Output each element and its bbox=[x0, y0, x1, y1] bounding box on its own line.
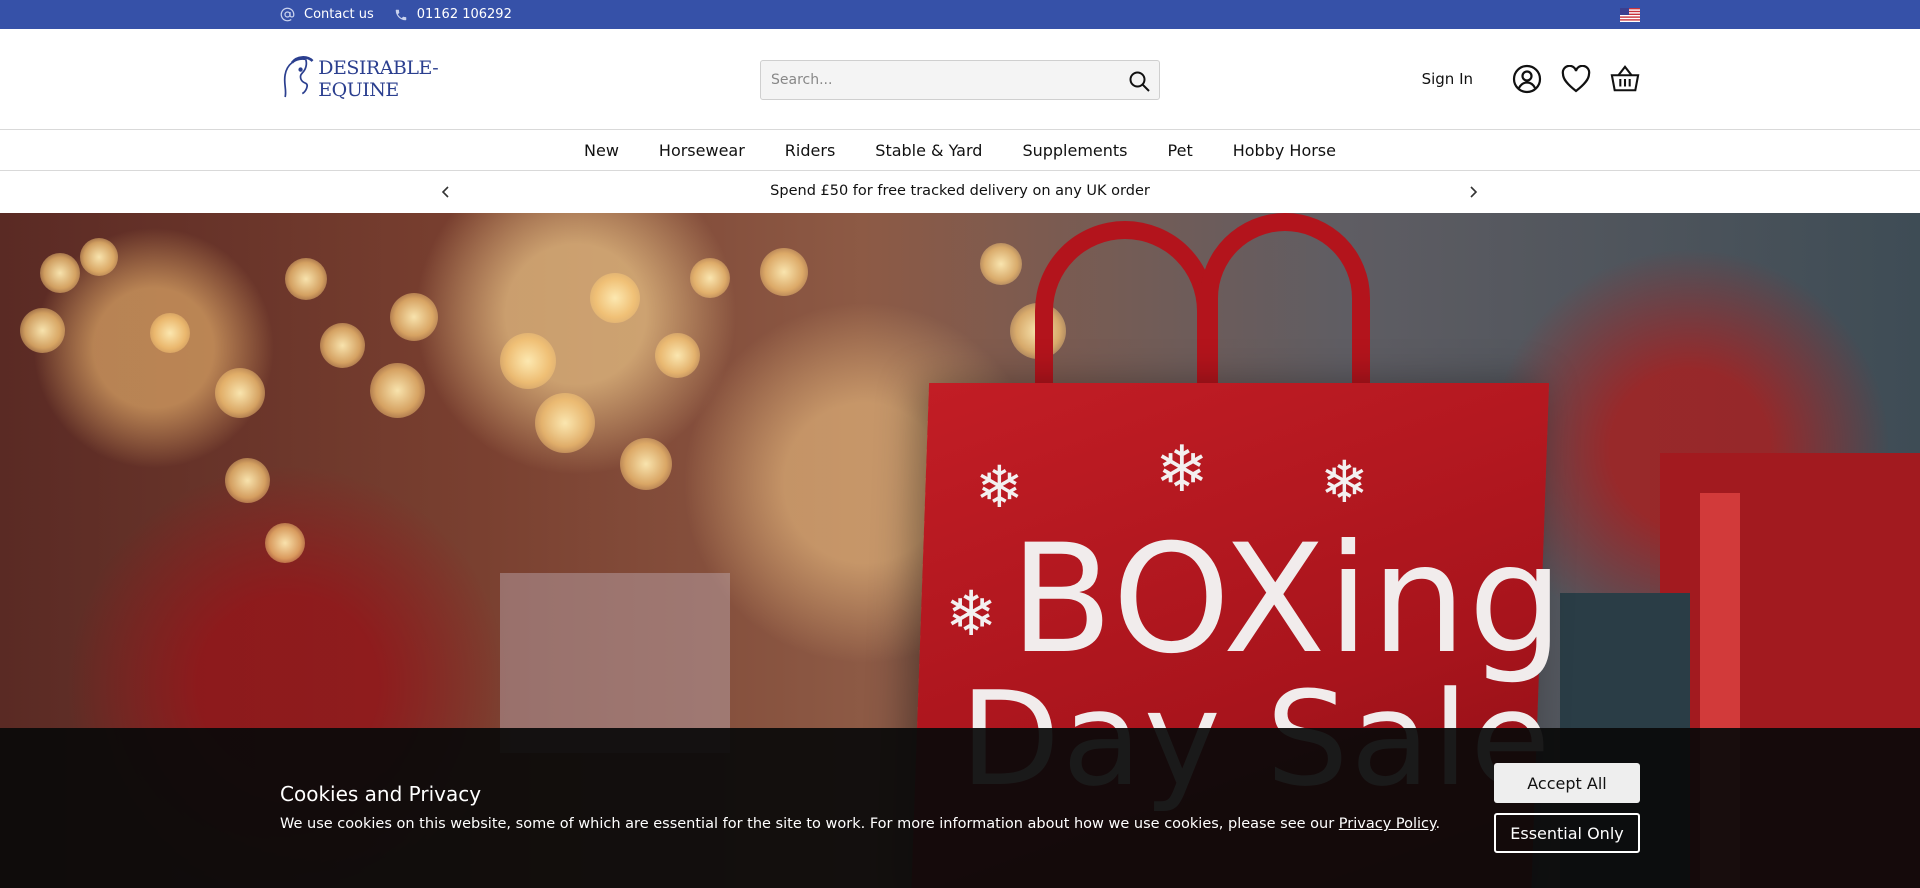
search-icon[interactable] bbox=[1127, 69, 1151, 93]
bokeh-light bbox=[370, 363, 425, 418]
bokeh-light bbox=[320, 323, 365, 368]
promo-bar: Spend £50 for free tracked delivery on a… bbox=[0, 171, 1920, 213]
bokeh-light bbox=[760, 248, 808, 296]
nav-item-stable-yard[interactable]: Stable & Yard bbox=[875, 141, 982, 160]
cookie-body: We use cookies on this website, some of … bbox=[280, 816, 1339, 832]
logo-text: DESIRABLE-EQUINE bbox=[318, 57, 439, 101]
main-nav: New Horsewear Riders Stable & Yard Suppl… bbox=[0, 130, 1920, 171]
cookie-title: Cookies and Privacy bbox=[280, 782, 482, 806]
bokeh-light bbox=[655, 333, 700, 378]
nav-item-horsewear[interactable]: Horsewear bbox=[659, 141, 745, 160]
phone-number: 01162 106292 bbox=[416, 7, 512, 22]
chevron-right-icon[interactable] bbox=[1465, 184, 1481, 200]
bokeh-light bbox=[980, 243, 1022, 285]
search-input[interactable] bbox=[761, 61, 1121, 99]
horse-logo-icon bbox=[283, 56, 314, 98]
bokeh-light bbox=[265, 523, 305, 563]
header-actions: Sign In bbox=[1422, 59, 1640, 99]
gift-box bbox=[500, 573, 730, 753]
contact-link[interactable]: Contact us bbox=[280, 7, 374, 22]
bokeh-light bbox=[225, 458, 270, 503]
bokeh-light bbox=[80, 238, 118, 276]
bokeh-light bbox=[150, 313, 190, 353]
account-icon[interactable] bbox=[1512, 64, 1542, 94]
essential-only-button[interactable]: Essential Only bbox=[1494, 813, 1640, 853]
snowflake-icon: ❄ bbox=[945, 577, 997, 650]
nav-item-pet[interactable]: Pet bbox=[1168, 141, 1193, 160]
snowflake-icon: ❄ bbox=[1155, 433, 1209, 507]
contact-label: Contact us bbox=[304, 7, 374, 22]
accept-all-button[interactable]: Accept All bbox=[1494, 763, 1640, 803]
nav-item-riders[interactable]: Riders bbox=[785, 141, 835, 160]
phone-link[interactable]: 01162 106292 bbox=[394, 7, 512, 22]
nav-item-new[interactable]: New bbox=[584, 141, 619, 160]
bokeh-light bbox=[20, 308, 65, 353]
at-icon bbox=[280, 7, 295, 22]
bokeh-light bbox=[620, 438, 672, 490]
bokeh-light bbox=[535, 393, 595, 453]
search-box bbox=[760, 60, 1160, 100]
cookie-text: We use cookies on this website, some of … bbox=[280, 816, 1440, 832]
nav-item-supplements[interactable]: Supplements bbox=[1022, 141, 1127, 160]
snowflake-icon: ❄ bbox=[1320, 448, 1369, 516]
basket-icon[interactable] bbox=[1610, 64, 1640, 94]
cookie-text-end: . bbox=[1435, 816, 1441, 832]
bokeh-light bbox=[590, 273, 640, 323]
site-header: DESIRABLE-EQUINE Sign In bbox=[0, 29, 1920, 130]
privacy-policy-link[interactable]: Privacy Policy bbox=[1339, 816, 1436, 832]
nav-item-hobby-horse[interactable]: Hobby Horse bbox=[1233, 141, 1336, 160]
us-flag-icon[interactable] bbox=[1620, 8, 1640, 22]
bokeh-light bbox=[500, 333, 556, 389]
phone-icon bbox=[395, 9, 406, 20]
bokeh-light bbox=[390, 293, 438, 341]
bokeh-light bbox=[285, 258, 327, 300]
bokeh-light bbox=[40, 253, 80, 293]
bokeh-light bbox=[690, 258, 730, 298]
sign-in-link[interactable]: Sign In bbox=[1422, 70, 1473, 88]
cookie-banner: Cookies and Privacy We use cookies on th… bbox=[0, 728, 1920, 888]
heart-icon[interactable] bbox=[1561, 64, 1591, 94]
promo-text: Spend £50 for free tracked delivery on a… bbox=[770, 183, 1150, 199]
logo[interactable]: DESIRABLE-EQUINE bbox=[280, 49, 490, 109]
bokeh-light bbox=[215, 368, 265, 418]
snowflake-icon: ❄ bbox=[975, 453, 1024, 521]
top-bar: Contact us 01162 106292 bbox=[0, 0, 1920, 29]
bag-text-line1: BOXing bbox=[1010, 513, 1566, 687]
